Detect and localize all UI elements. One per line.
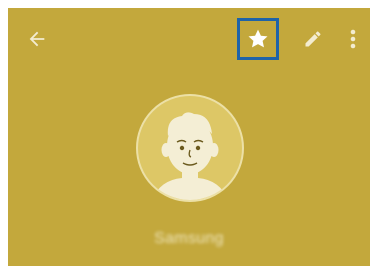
back-button[interactable]: [22, 24, 52, 54]
star-icon: [248, 29, 268, 48]
person-avatar-icon: [152, 112, 228, 200]
back-arrow-icon: [29, 31, 45, 47]
more-vert-icon: [350, 29, 356, 49]
contact-avatar[interactable]: [136, 94, 244, 202]
more-options-button[interactable]: [342, 23, 364, 55]
pencil-icon: [305, 31, 321, 47]
edit-button[interactable]: [297, 23, 329, 55]
contact-name: Samsung: [154, 230, 224, 247]
toolbar: [8, 8, 370, 68]
favorite-button[interactable]: [237, 18, 279, 60]
contact-detail-screen: Samsung: [8, 8, 370, 266]
